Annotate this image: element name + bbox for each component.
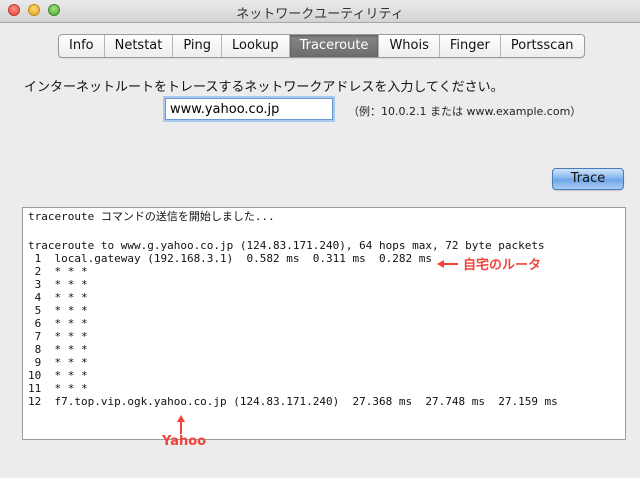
- window-title: ネットワークユーティリティ: [236, 7, 404, 22]
- tab-finger[interactable]: Finger: [440, 35, 501, 57]
- output-line: 9 * * *: [28, 356, 88, 369]
- tab-netstat[interactable]: Netstat: [105, 35, 174, 57]
- address-example-hint: （例：10.0.2.1 または www.example.com）: [348, 105, 582, 118]
- output-line: 7 * * *: [28, 330, 88, 343]
- output-line: 6 * * *: [28, 317, 88, 330]
- output-line: 11 * * *: [28, 382, 88, 395]
- tab-traceroute[interactable]: Traceroute: [289, 35, 380, 57]
- output-line: traceroute to www.g.yahoo.co.jp (124.83.…: [28, 239, 545, 252]
- router-annotation: 自宅のルータ: [463, 258, 542, 273]
- output-line: 5 * * *: [28, 304, 88, 317]
- output-line: 4 * * *: [28, 291, 88, 304]
- tab-bar: Info Netstat Ping Lookup Traceroute Whoi…: [58, 34, 585, 58]
- router-arrow-icon: [437, 260, 458, 268]
- network-utility-window: ネットワークユーティリティ Info Netstat Ping Lookup T…: [0, 0, 640, 478]
- yahoo-annotation: Yahoo: [162, 434, 207, 449]
- tab-ping[interactable]: Ping: [173, 35, 223, 57]
- output-line: traceroute コマンドの送信を開始しました...: [28, 210, 275, 223]
- title-bar: ネットワークユーティリティ: [0, 0, 640, 23]
- tab-lookup[interactable]: Lookup: [222, 35, 290, 57]
- tab-portscan[interactable]: Portsscan: [501, 35, 584, 57]
- output-line: 10 * * *: [28, 369, 88, 382]
- output-line: 3 * * *: [28, 278, 88, 291]
- output-line: 12 f7.top.vip.ogk.yahoo.co.jp (124.83.17…: [28, 395, 558, 408]
- address-prompt-label: インターネットルートをトレースするネットワークアドレスを入力してください。: [24, 80, 504, 95]
- network-address-input[interactable]: [165, 98, 333, 120]
- output-line: 8 * * *: [28, 343, 88, 356]
- tab-info[interactable]: Info: [59, 35, 105, 57]
- output-line: 2 * * *: [28, 265, 88, 278]
- output-line: 1 local.gateway (192.168.3.1) 0.582 ms 0…: [28, 252, 432, 265]
- traceroute-output[interactable]: traceroute コマンドの送信を開始しました... traceroute …: [22, 207, 626, 440]
- trace-button[interactable]: Trace: [552, 168, 624, 190]
- tab-whois[interactable]: Whois: [379, 35, 440, 57]
- yahoo-arrow-icon: [177, 415, 185, 434]
